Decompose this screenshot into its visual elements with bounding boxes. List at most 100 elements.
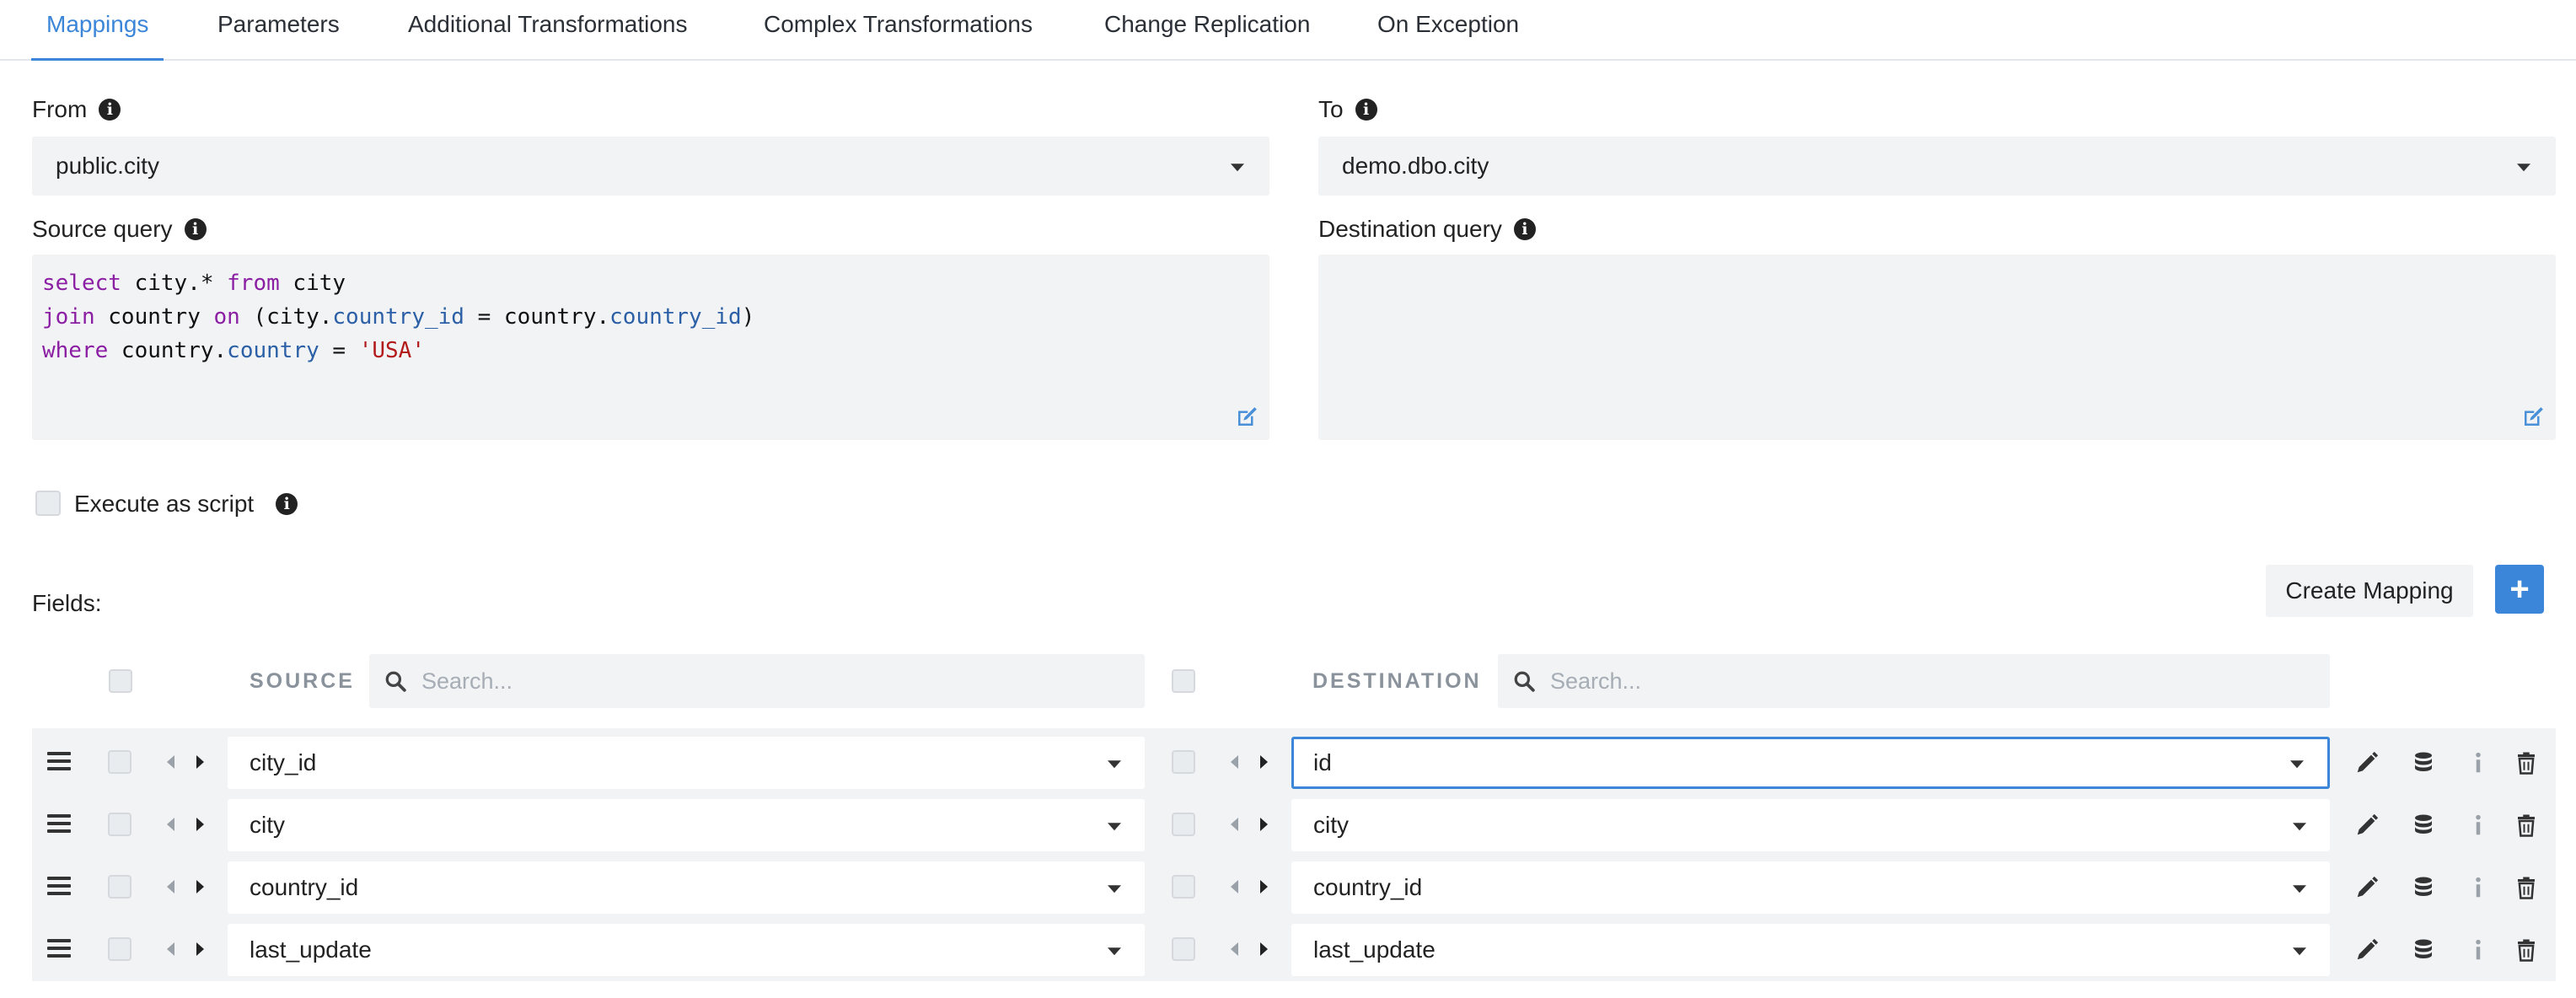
destination-field-select[interactable]: last_update <box>1291 924 2330 976</box>
destination-query-editor[interactable] <box>1318 255 2556 440</box>
database-icon[interactable] <box>2411 875 2436 900</box>
from-label: From i <box>32 94 121 125</box>
sql-keyword: on <box>213 304 240 330</box>
table-row: last_update last_update <box>32 919 2556 981</box>
row-source-arrows <box>167 814 204 834</box>
destination-field-select[interactable]: id <box>1291 737 2330 789</box>
sql-text: city.* <box>121 271 228 296</box>
database-icon[interactable] <box>2411 813 2436 838</box>
destination-field-value: id <box>1313 749 1332 775</box>
arrow-left-icon[interactable] <box>167 942 174 956</box>
row-destination-checkbox[interactable] <box>1172 813 1195 836</box>
source-header: SOURCE <box>250 669 355 693</box>
arrow-right-icon[interactable] <box>1260 755 1268 769</box>
arrow-right-icon[interactable] <box>196 818 204 831</box>
arrow-right-icon[interactable] <box>196 755 204 769</box>
tab-on-exception[interactable]: On Exception <box>1377 0 1519 61</box>
pencil-icon[interactable] <box>2354 813 2380 838</box>
info-small-icon[interactable] <box>2466 750 2491 775</box>
row-destination-arrows <box>1231 752 1268 772</box>
create-mapping-button[interactable]: Create Mapping <box>2266 565 2473 617</box>
arrow-right-icon[interactable] <box>196 880 204 893</box>
arrow-left-icon[interactable] <box>167 818 174 831</box>
trash-icon[interactable] <box>2514 875 2539 900</box>
row-source-checkbox[interactable] <box>108 875 131 899</box>
destination-field-select[interactable]: country_id <box>1291 861 2330 914</box>
source-field-select[interactable]: last_update <box>228 924 1145 976</box>
info-small-icon[interactable] <box>2466 813 2491 838</box>
arrow-left-icon[interactable] <box>1231 880 1238 893</box>
source-field-select[interactable]: country_id <box>228 861 1145 914</box>
info-small-icon[interactable] <box>2466 875 2491 900</box>
tab-change-replication[interactable]: Change Replication <box>1104 0 1310 61</box>
info-icon[interactable]: i <box>1513 218 1536 240</box>
row-destination-checkbox[interactable] <box>1172 750 1195 774</box>
caret-down-icon <box>1108 947 1121 956</box>
trash-icon[interactable] <box>2514 750 2539 775</box>
source-field-select[interactable]: city <box>228 799 1145 851</box>
tab-bar: Mappings Parameters Additional Transform… <box>0 0 2576 61</box>
source-query-editor[interactable]: select city.* from city join country on … <box>32 255 1269 440</box>
sql-keyword: join <box>42 304 95 330</box>
arrow-left-icon[interactable] <box>167 880 174 893</box>
caret-down-icon <box>1108 823 1121 831</box>
from-select[interactable]: public.city <box>32 137 1269 196</box>
info-icon[interactable]: i <box>276 493 298 515</box>
tab-additional-transformations[interactable]: Additional Transformations <box>408 0 688 61</box>
row-source-checkbox[interactable] <box>108 813 131 836</box>
edit-icon[interactable] <box>1234 405 1259 430</box>
destination-search-input[interactable] <box>1550 668 2245 695</box>
tab-parameters[interactable]: Parameters <box>217 0 340 61</box>
query-line: select city.* from city <box>42 266 1259 300</box>
arrow-right-icon[interactable] <box>1260 942 1268 956</box>
destination-search[interactable] <box>1498 654 2330 708</box>
info-icon[interactable]: i <box>1355 99 1377 121</box>
drag-handle-icon[interactable] <box>47 877 71 897</box>
info-icon[interactable]: i <box>99 99 121 121</box>
source-search[interactable] <box>369 654 1145 708</box>
row-source-arrows <box>167 752 204 772</box>
caret-down-icon <box>2517 164 2530 172</box>
select-all-destination-checkbox[interactable] <box>1172 669 1195 693</box>
arrow-right-icon[interactable] <box>196 942 204 956</box>
drag-handle-icon[interactable] <box>47 939 71 959</box>
edit-icon[interactable] <box>2520 405 2546 430</box>
pencil-icon[interactable] <box>2354 750 2380 775</box>
arrow-left-icon[interactable] <box>1231 755 1238 769</box>
row-source-checkbox[interactable] <box>108 750 131 774</box>
destination-field-value: city <box>1313 812 1349 838</box>
trash-icon[interactable] <box>2514 813 2539 838</box>
database-icon[interactable] <box>2411 937 2436 963</box>
drag-handle-icon[interactable] <box>47 752 71 772</box>
source-search-input[interactable] <box>421 668 1068 695</box>
destination-field-select[interactable]: city <box>1291 799 2330 851</box>
pencil-icon[interactable] <box>2354 937 2380 963</box>
pencil-icon[interactable] <box>2354 875 2380 900</box>
source-field-select[interactable]: city_id <box>228 737 1145 789</box>
trash-icon[interactable] <box>2514 937 2539 963</box>
row-destination-arrows <box>1231 877 1268 897</box>
to-select[interactable]: demo.dbo.city <box>1318 137 2556 196</box>
info-small-icon[interactable] <box>2466 937 2491 963</box>
row-source-checkbox[interactable] <box>108 937 131 961</box>
tab-complex-transformations[interactable]: Complex Transformations <box>764 0 1033 61</box>
database-icon[interactable] <box>2411 750 2436 775</box>
sql-property: country <box>227 338 319 363</box>
add-button[interactable]: + <box>2495 565 2544 614</box>
from-select-value: public.city <box>56 153 159 179</box>
select-all-source-checkbox[interactable] <box>109 669 132 693</box>
row-destination-checkbox[interactable] <box>1172 875 1195 899</box>
execute-as-script-checkbox[interactable] <box>35 491 61 516</box>
sql-text: city <box>279 271 346 296</box>
arrow-right-icon[interactable] <box>1260 880 1268 893</box>
row-destination-checkbox[interactable] <box>1172 937 1195 961</box>
drag-handle-icon[interactable] <box>47 814 71 834</box>
tab-mappings[interactable]: Mappings <box>30 0 164 61</box>
info-icon[interactable]: i <box>184 218 207 240</box>
arrow-left-icon[interactable] <box>1231 942 1238 956</box>
arrow-left-icon[interactable] <box>1231 818 1238 831</box>
arrow-left-icon[interactable] <box>167 755 174 769</box>
source-field-value: city_id <box>250 749 317 775</box>
to-label: To i <box>1318 94 1377 125</box>
arrow-right-icon[interactable] <box>1260 818 1268 831</box>
